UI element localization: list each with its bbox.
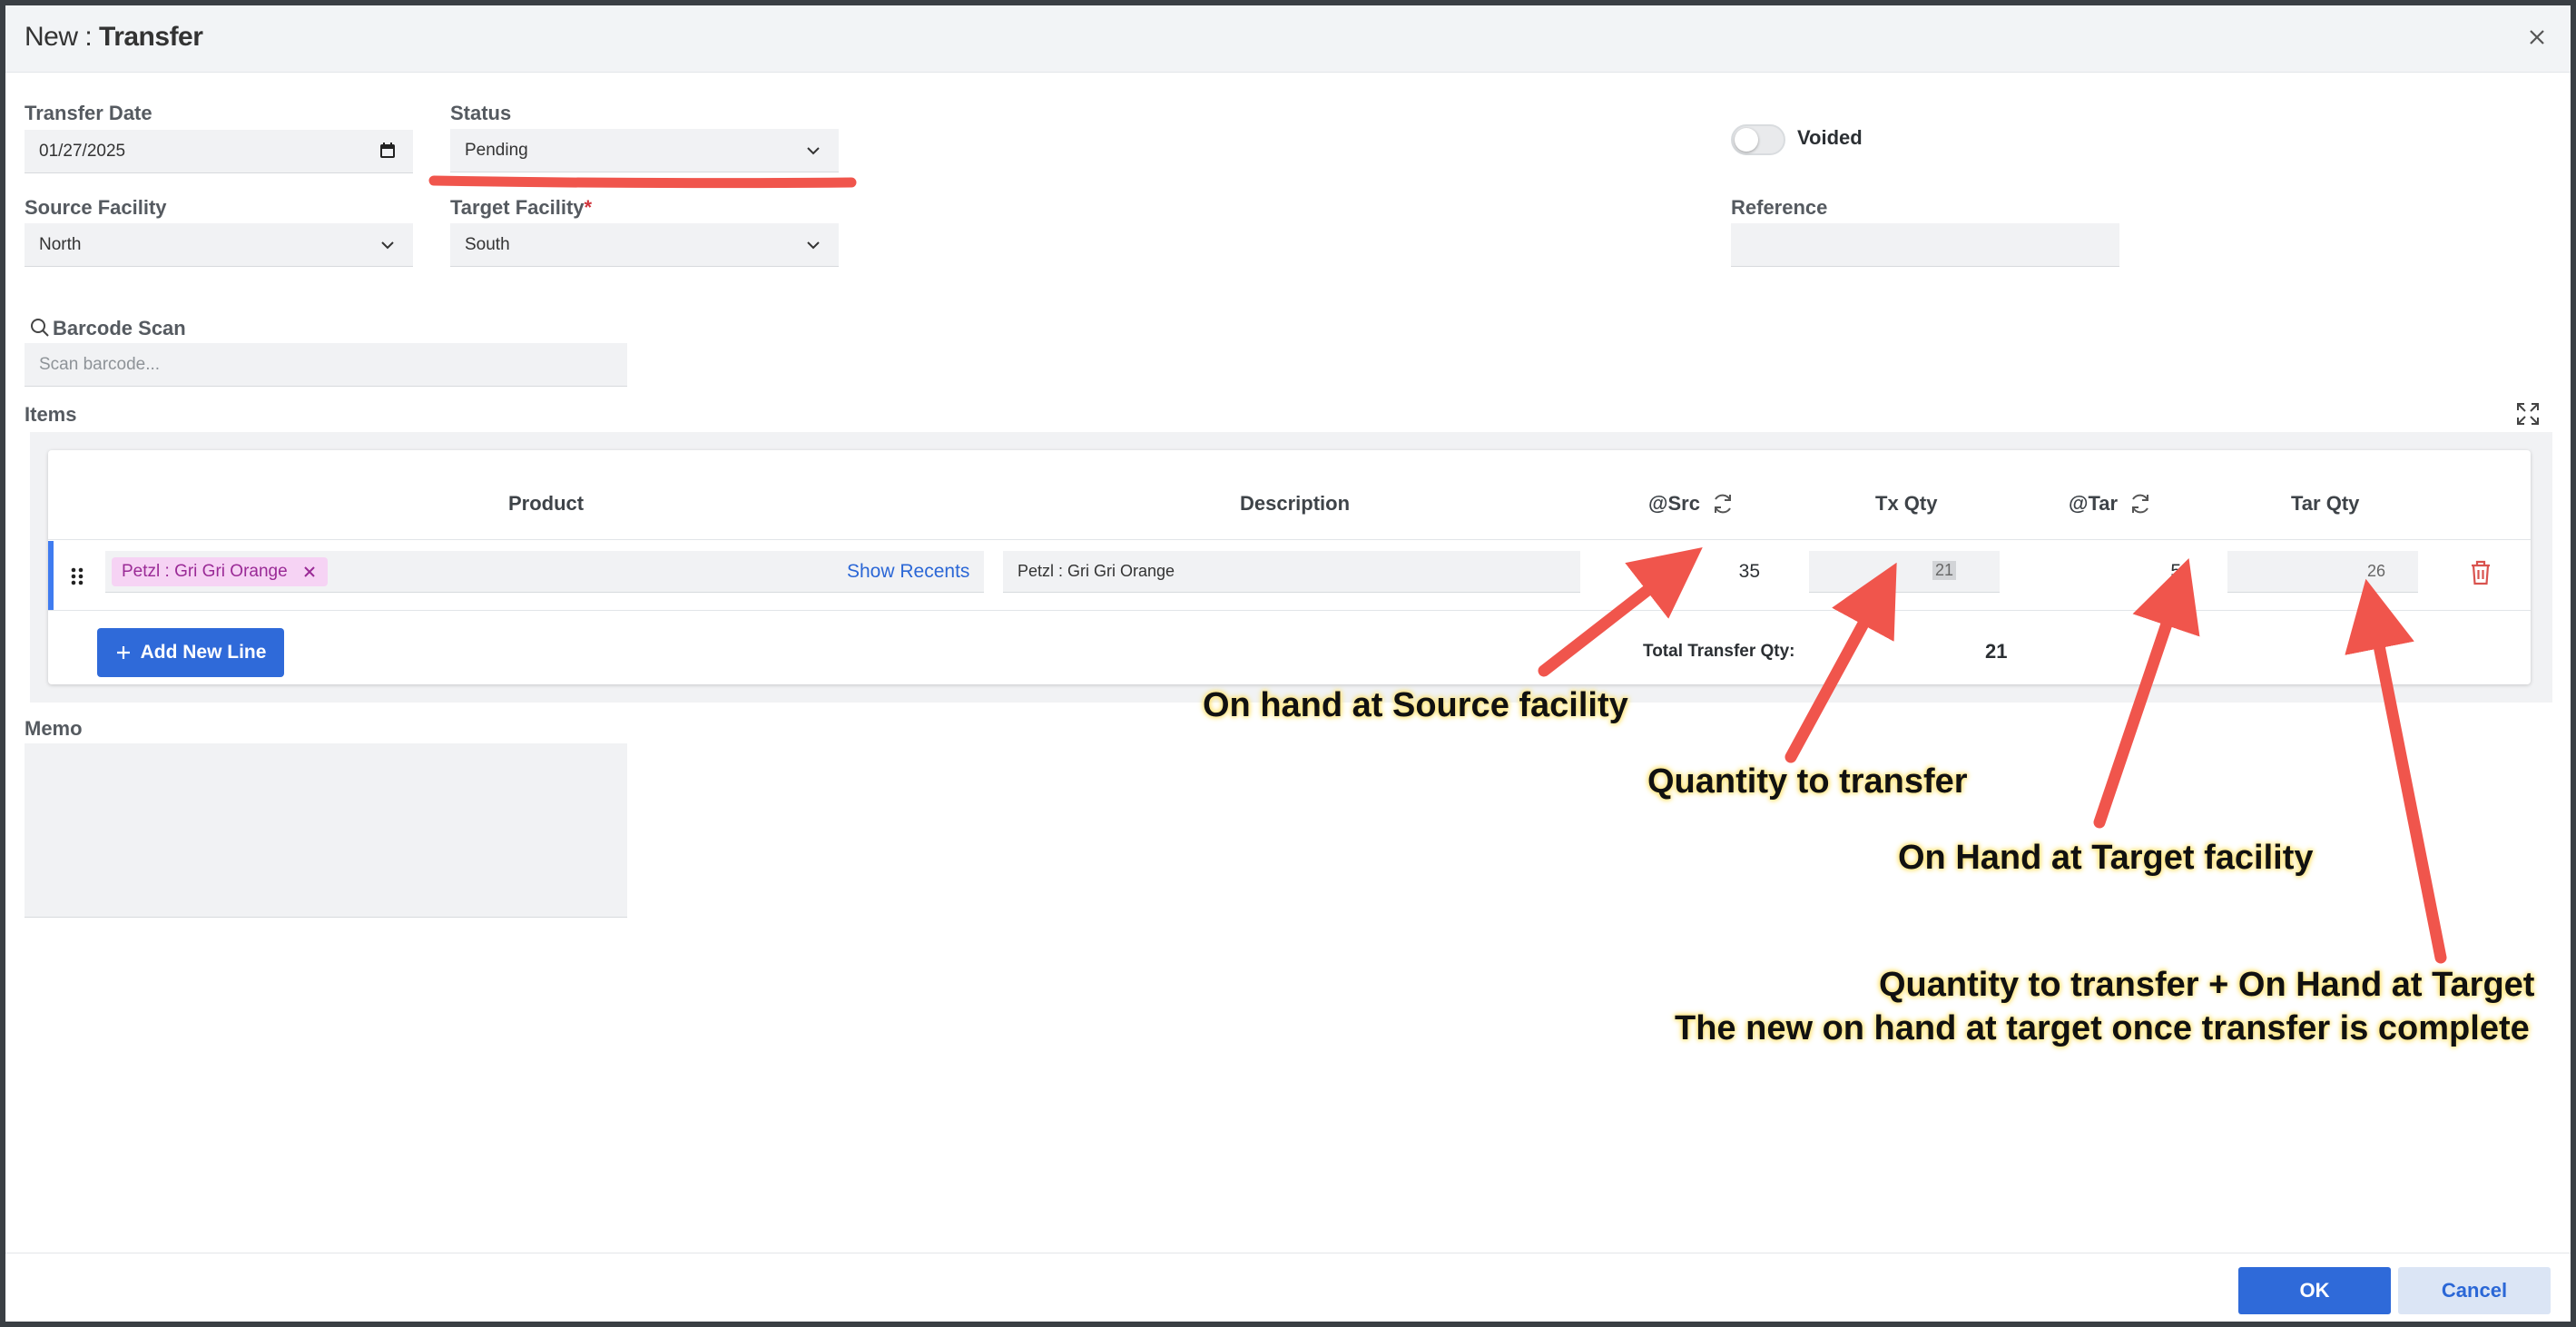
chevron-down-icon [807,241,820,250]
drag-handle-icon[interactable] [70,566,84,586]
page-title: New : Transfer [25,22,203,52]
source-facility-select[interactable]: North [25,223,413,267]
product-tag[interactable]: Petzl : Gri Gri Orange [112,557,328,586]
annotation-qty-to-transfer: Quantity to transfer [1647,762,1968,801]
voided-label: Voided [1797,126,1863,149]
add-new-line-button[interactable]: Add New Line [97,628,284,677]
header-divider [48,539,2531,540]
product-tag-label: Petzl : Gri Gri Orange [122,562,288,581]
memo-textarea[interactable] [25,743,627,918]
reference-input[interactable] [1731,223,2119,267]
trash-icon[interactable] [2469,559,2492,586]
annotation-sum-line1: Quantity to transfer + On Hand at Target [1879,966,2535,1004]
close-icon[interactable] [2523,24,2551,51]
src-on-hand-value: 35 [1738,561,1760,582]
refresh-icon[interactable] [2129,492,2152,516]
source-facility-label: Source Facility [25,196,167,219]
reference-label: Reference [1731,196,1828,219]
ok-button[interactable]: OK [2238,1267,2391,1314]
transfer-date-field[interactable]: 01/27/2025 [25,130,413,173]
cancel-button[interactable]: Cancel [2398,1267,2551,1314]
target-facility-label: Target Facility* [450,196,593,219]
items-label: Items [25,403,77,426]
barcode-scan-input[interactable]: Scan barcode... [25,343,627,387]
target-facility-value: South [465,234,510,254]
target-facility-select[interactable]: South [450,223,839,267]
tx-qty-value: 21 [1932,561,1957,580]
transfer-date-label: Transfer Date [25,102,152,124]
show-recents-link[interactable]: Show Recents [847,561,969,583]
annotation-sum-line2: The new on hand at target once transfer … [1675,1009,2530,1047]
modal-header: New : Transfer [5,5,2571,73]
col-tar: @Tar [2069,492,2119,515]
refresh-icon[interactable] [1711,492,1735,516]
annotation-on-hand-target: On Hand at Target facility [1898,839,2314,877]
tx-qty-input[interactable]: 21 [1809,551,2000,593]
search-icon [31,319,49,337]
add-new-line-label: Add New Line [140,642,267,663]
col-src: @Src [1648,492,1700,515]
memo-label: Memo [25,717,83,740]
tar-qty-value: 26 [2366,562,2385,580]
tar-qty-field: 26 [2227,551,2418,593]
calendar-icon[interactable] [379,142,397,160]
col-product: Product [508,492,585,515]
status-label: Status [450,102,512,124]
status-value: Pending [465,140,528,160]
transfer-date-value: 01/27/2025 [39,141,126,161]
transfer-modal: New : Transfer Transfer Date 01/27/2025 … [5,5,2571,1322]
voided-toggle[interactable] [1731,124,1785,155]
chevron-down-icon [381,241,394,250]
row-accent [48,541,54,610]
barcode-scan-label: Barcode Scan [53,317,186,339]
description-value: Petzl : Gri Gri Orange [1018,562,1175,580]
remove-tag-icon[interactable] [300,563,319,581]
status-select[interactable]: Pending [450,129,839,172]
tar-on-hand-value: 5 [2170,561,2181,582]
col-description: Description [1240,492,1351,515]
barcode-placeholder: Scan barcode... [39,354,161,374]
total-transfer-value: 21 [1985,640,2008,663]
items-panel: Product Description @Src Tx Qty @Tar Tar… [30,432,2552,703]
items-grid: Product Description @Src Tx Qty @Tar Tar… [48,450,2531,684]
row-divider [48,610,2531,611]
col-tar-qty: Tar Qty [2291,492,2360,515]
description-field[interactable]: Petzl : Gri Gri Orange [1003,551,1580,593]
source-facility-value: North [39,234,82,254]
col-tx-qty: Tx Qty [1875,492,1938,515]
chevron-down-icon [807,147,820,155]
expand-icon[interactable] [2515,401,2541,427]
total-transfer-label: Total Transfer Qty: [1643,642,1795,661]
plus-icon [116,646,130,659]
annotation-on-hand-source: On hand at Source facility [1203,686,1628,724]
